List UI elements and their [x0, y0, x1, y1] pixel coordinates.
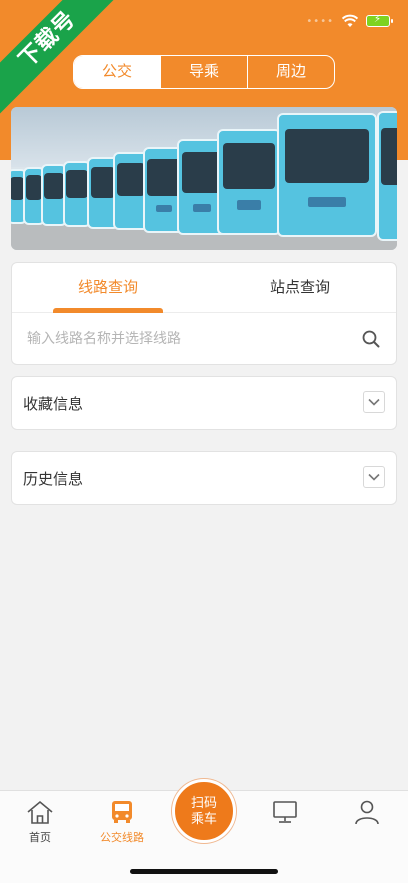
- person-icon: [355, 800, 379, 825]
- bus-banner-image[interactable]: [11, 107, 397, 250]
- history-panel[interactable]: 历史信息: [11, 451, 397, 505]
- route-query-card: 线路查询 站点查询: [11, 262, 397, 365]
- search-icon[interactable]: [361, 329, 381, 349]
- tab-guide[interactable]: 导乘: [161, 56, 248, 88]
- scan-button-line2: 乘车: [190, 812, 217, 827]
- mode-segmented-control: 公交 导乘 周边: [73, 55, 335, 89]
- tab-bus[interactable]: 公交: [74, 56, 161, 88]
- tab-nearby[interactable]: 周边: [248, 56, 334, 88]
- wifi-icon: [342, 14, 358, 27]
- bus-graphic: [277, 113, 377, 237]
- home-icon: [27, 800, 53, 824]
- favorites-panel[interactable]: 收藏信息: [11, 376, 397, 430]
- tab-bus-routes[interactable]: 公交线路: [82, 799, 162, 845]
- favorites-expand-button[interactable]: [363, 391, 385, 413]
- battery-icon: ⚡: [366, 14, 393, 27]
- chevron-down-icon: [368, 473, 380, 481]
- home-indicator: [130, 869, 278, 874]
- bus-graphic: [217, 129, 281, 235]
- tab-profile[interactable]: [327, 799, 407, 829]
- status-indicators: •••• ⚡: [306, 14, 393, 28]
- bus-graphic: [377, 111, 397, 241]
- favorites-title: 收藏信息: [23, 395, 84, 413]
- chevron-down-icon: [368, 398, 380, 406]
- history-title: 历史信息: [23, 470, 84, 488]
- monitor-icon: [273, 801, 297, 823]
- query-tabs: 线路查询 站点查询: [12, 263, 396, 313]
- tab-route-query[interactable]: 线路查询: [12, 263, 204, 313]
- bus-icon: [112, 801, 132, 823]
- signal-icon: ••••: [306, 15, 334, 27]
- history-expand-button[interactable]: [363, 466, 385, 488]
- tab-monitor[interactable]: [245, 799, 325, 829]
- tab-stop-query[interactable]: 站点查询: [204, 263, 396, 312]
- tab-home-label: 首页: [29, 831, 51, 844]
- scan-button-line1: 扫码: [190, 796, 217, 811]
- scan-to-ride-button[interactable]: 扫码 乘车: [172, 779, 236, 843]
- route-search-input[interactable]: [27, 323, 347, 355]
- tab-bus-routes-label: 公交线路: [100, 831, 144, 844]
- bottom-tab-bar: 首页 公交线路 扫码 乘车: [0, 779, 408, 883]
- search-row: [12, 313, 396, 365]
- tab-home[interactable]: 首页: [0, 799, 80, 845]
